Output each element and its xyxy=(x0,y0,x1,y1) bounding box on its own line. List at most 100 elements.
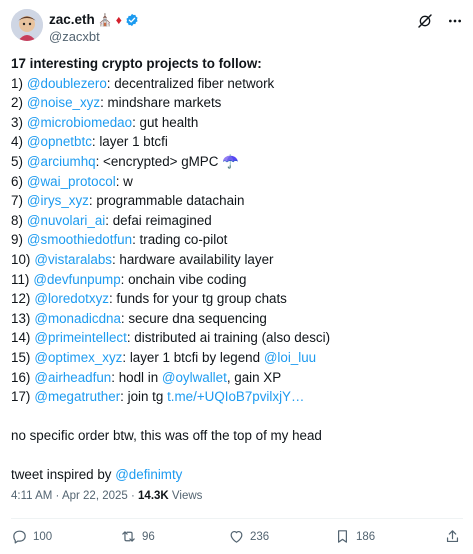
project-item: 13) @monadicdna: secure dna sequencing xyxy=(11,309,463,329)
project-item: 9) @smoothiedotfun: trading co-pilot xyxy=(11,230,463,250)
like-count: 236 xyxy=(250,530,270,543)
more-icon[interactable] xyxy=(447,13,463,29)
tweet-body: 17 interesting crypto projects to follow… xyxy=(11,54,463,485)
tweet-actions: 100 96 236 186 xyxy=(11,528,463,550)
project-description: : <encrypted> gMPC ☂️ xyxy=(95,153,239,169)
project-item: 6) @wai_protocol: w xyxy=(11,172,463,192)
project-description: : distributed ai training (also desci) xyxy=(126,330,331,346)
project-item: 2) @noise_xyz: mindshare markets xyxy=(11,93,463,113)
project-item: 10) @vistaralabs: hardware availability l… xyxy=(11,250,463,270)
project-description: : join tg xyxy=(120,389,168,405)
project-number: 12) xyxy=(11,291,31,307)
tweet-title: 17 interesting crypto projects to follow… xyxy=(11,56,262,71)
header-actions xyxy=(417,13,463,29)
tweet: zac.eth ⛪ ♦ @zacxbt 17 interesting crypt… xyxy=(0,0,473,554)
project-description: : gut health xyxy=(132,114,199,130)
project-description: : decentralized fiber network xyxy=(106,75,275,91)
project-item: 4) @opnetbtc: layer 1 btcfi xyxy=(11,132,463,152)
grok-icon[interactable] xyxy=(417,13,433,29)
project-number: 14) xyxy=(11,330,31,346)
project-number: 5) xyxy=(11,153,23,169)
project-item: 15) @optimex_xyz: layer 1 btcfi by legend… xyxy=(11,348,463,368)
project-mention[interactable]: @nuvolari_ai xyxy=(27,213,105,228)
views-label: Views xyxy=(171,490,203,502)
project-description: : mindshare markets xyxy=(100,95,222,111)
project-link[interactable]: @loi_luu xyxy=(264,350,316,365)
bookmark-icon xyxy=(338,530,347,543)
project-mention[interactable]: @optimex_xyz xyxy=(34,350,122,365)
project-number: 13) xyxy=(11,310,31,326)
project-item: 16) @airheadfun: hodl in @oylwallet, gain… xyxy=(11,368,463,388)
project-item: 11) @devfunpump: onchain vibe coding xyxy=(11,270,463,290)
project-mention[interactable]: @devfunpump xyxy=(33,272,120,287)
project-number: 10) xyxy=(11,251,31,267)
project-link[interactable]: t.me/+UQIoB7pvilxjY… xyxy=(167,389,304,404)
avatar[interactable] xyxy=(11,9,43,41)
diamond-emoji: ♦ xyxy=(115,12,122,27)
project-description: : onchain vibe coding xyxy=(120,271,247,287)
repost-count: 96 xyxy=(142,530,155,543)
project-mention[interactable]: @loredotxyz xyxy=(34,291,109,306)
project-link[interactable]: @oylwallet xyxy=(162,370,227,385)
project-number: 17) xyxy=(11,389,31,405)
repost-button[interactable]: 96 xyxy=(120,528,155,545)
project-list: 1) @doublezero: decentralized fiber netwo… xyxy=(11,74,463,407)
project-mention[interactable]: @smoothiedotfun xyxy=(27,232,132,247)
share-button[interactable] xyxy=(444,528,461,545)
tweet-meta: 4:11 AM · Apr 22, 2025 · 14.3K Views xyxy=(11,490,202,502)
project-number: 1) xyxy=(11,75,23,91)
project-description: : defai reimagined xyxy=(105,212,212,228)
author-name-row: zac.eth ⛪ ♦ xyxy=(49,12,139,27)
project-mention[interactable]: @primeintellect xyxy=(34,330,126,345)
project-item: 3) @microbiomedao: gut health xyxy=(11,113,463,133)
project-mention[interactable]: @opnetbtc xyxy=(27,134,92,149)
project-number: 15) xyxy=(11,349,31,365)
project-mention[interactable]: @monadicdna xyxy=(34,311,121,326)
project-description: : programmable datachain xyxy=(88,193,245,209)
project-item: 8) @nuvolari_ai: defai reimagined xyxy=(11,211,463,231)
like-button[interactable]: 236 xyxy=(228,528,269,545)
project-number: 16) xyxy=(11,369,31,385)
project-description: : funds for your tg group chats xyxy=(108,291,287,307)
project-mention[interactable]: @airheadfun xyxy=(34,370,111,385)
author-name[interactable]: zac.eth xyxy=(49,12,95,27)
project-item: 5) @arciumhq: <encrypted> gMPC ☂️ xyxy=(11,152,463,172)
project-description-tail: , gain XP xyxy=(226,369,282,385)
reply-button[interactable]: 100 xyxy=(11,528,52,545)
project-item: 14) @primeintellect: distributed ai train… xyxy=(11,328,463,348)
author-handle[interactable]: @zacxbt xyxy=(49,29,100,44)
project-item: 7) @irys_xyz: programmable datachain xyxy=(11,191,463,211)
project-number: 7) xyxy=(11,193,23,209)
project-mention[interactable]: @noise_xyz xyxy=(27,95,100,110)
tweet-time[interactable]: 4:11 AM xyxy=(11,490,52,502)
project-number: 9) xyxy=(11,232,23,248)
project-mention[interactable]: @wai_protocol xyxy=(27,174,116,189)
tweet-date[interactable]: Apr 22, 2025 xyxy=(62,490,128,502)
project-description: : trading co-pilot xyxy=(132,232,228,248)
project-description: : layer 1 btcfi by legend xyxy=(122,349,264,365)
project-description: : hodl in xyxy=(111,369,162,385)
project-mention[interactable]: @microbiomedao xyxy=(27,115,132,130)
tweet-header: zac.eth ⛪ ♦ @zacxbt xyxy=(11,9,463,49)
project-number: 8) xyxy=(11,212,23,228)
bookmark-button[interactable]: 186 xyxy=(334,528,375,545)
inspired-mention[interactable]: @definimty xyxy=(115,467,182,482)
meta-separator: · xyxy=(127,490,139,502)
project-mention[interactable]: @irys_xyz xyxy=(27,193,89,208)
views-count: 14.3K xyxy=(138,490,169,502)
project-number: 4) xyxy=(11,134,23,150)
project-mention[interactable]: @vistaralabs xyxy=(34,252,112,267)
project-number: 3) xyxy=(11,114,23,130)
reply-count: 100 xyxy=(33,530,53,543)
like-icon xyxy=(230,530,243,543)
meta-separator: · xyxy=(52,490,62,502)
project-mention[interactable]: @doublezero xyxy=(27,76,107,91)
tweet-note: no specific order btw, this was off the … xyxy=(11,428,322,444)
project-mention[interactable]: @megatruther xyxy=(34,389,120,404)
divider xyxy=(11,518,463,519)
project-mention[interactable]: @arciumhq xyxy=(27,154,96,169)
project-number: 6) xyxy=(11,173,23,189)
project-description: : w xyxy=(115,173,133,189)
